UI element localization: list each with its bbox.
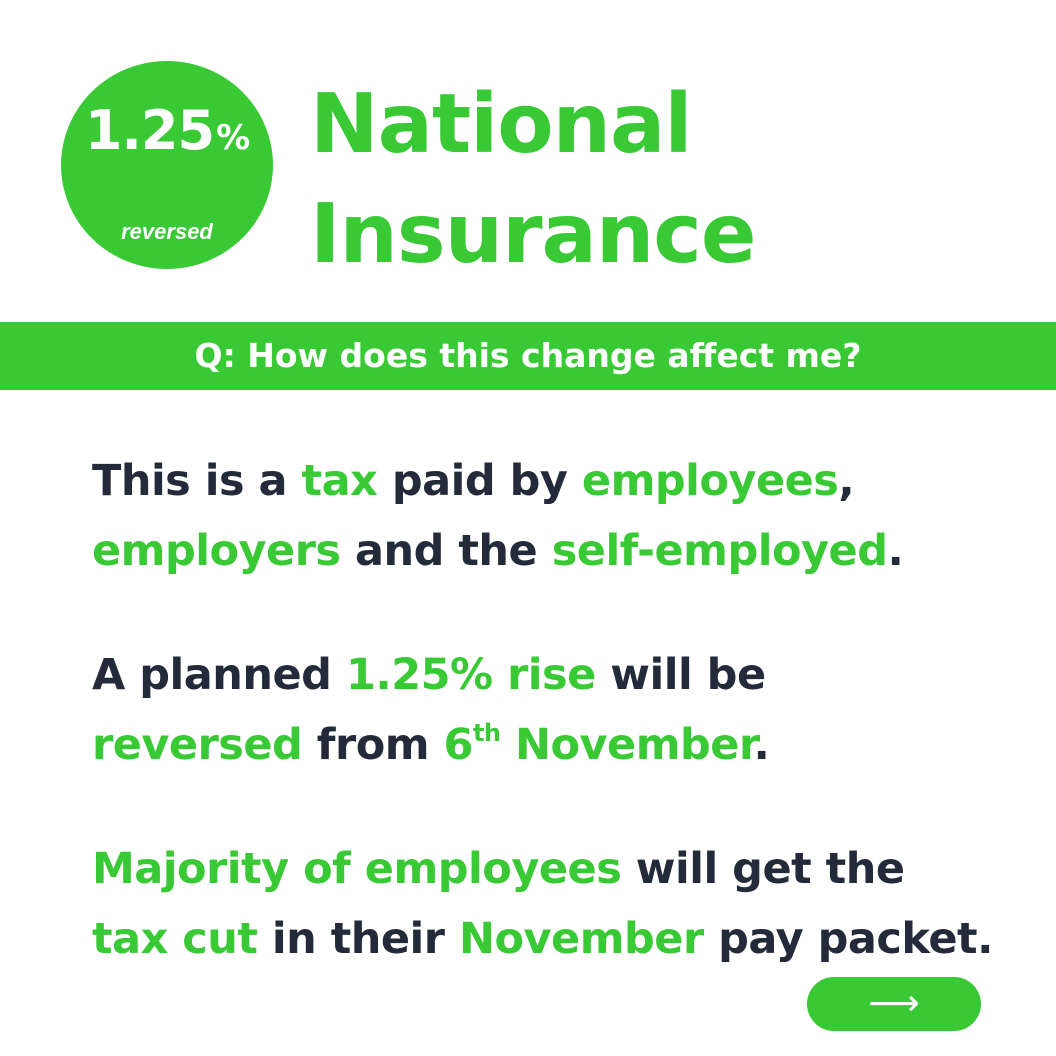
paragraph-line: This is a tax paid by employees,	[92, 446, 1032, 516]
date-month: November	[500, 720, 754, 770]
highlight-november: November	[458, 914, 704, 964]
question-banner: Q: How does this change affect me?	[0, 322, 1056, 390]
text-segment: This is a	[92, 456, 302, 506]
text-segment: ,	[838, 456, 855, 506]
badge-caption: reversed	[121, 219, 213, 244]
paragraph-line: tax cut in their November pay packet.	[92, 904, 1032, 974]
body-text: This is a tax paid by employees, employe…	[92, 446, 1032, 1028]
highlight-majority: Majority of employees	[92, 844, 622, 894]
text-segment: from	[302, 720, 444, 770]
arrow-right-icon: ⟶	[868, 983, 920, 1024]
highlight-self-employed: self-employed	[551, 526, 888, 576]
badge-value: 1.25%	[61, 101, 273, 168]
badge-unit: %	[216, 118, 250, 158]
paragraph-rise-reversed: A planned 1.25% rise will be reversed fr…	[92, 640, 1032, 780]
highlight-date: 6th November	[443, 719, 755, 770]
text-segment: will get the	[621, 844, 905, 894]
paragraph-pay-packet: Majority of employees will get the tax c…	[92, 834, 1032, 974]
text-segment: .	[887, 526, 904, 576]
paragraph-line: A planned 1.25% rise will be	[92, 640, 1032, 710]
paragraph-line: employers and the self-employed.	[92, 516, 1032, 586]
highlight-reversed: reversed	[92, 720, 303, 770]
title-line-2: Insurance	[310, 187, 756, 282]
paragraph-line: reversed from 6th November.	[92, 710, 1032, 780]
highlight-rise: 1.25% rise	[345, 650, 596, 700]
paragraph-tax-payers: This is a tax paid by employees, employe…	[92, 446, 1032, 586]
highlight-tax: tax	[301, 456, 378, 506]
date-day: 6	[443, 720, 474, 770]
text-segment: pay packet.	[703, 914, 993, 964]
text-segment: will be	[595, 650, 766, 700]
highlight-employers: employers	[92, 526, 341, 576]
page-title: National Insurance	[310, 70, 756, 290]
date-ordinal: th	[472, 719, 501, 747]
title-line-1: National	[310, 77, 692, 172]
text-segment: A planned	[92, 650, 346, 700]
text-segment: and the	[340, 526, 552, 576]
highlight-tax-cut: tax cut	[92, 914, 258, 964]
text-segment: paid by	[377, 456, 582, 506]
text-segment: in their	[257, 914, 459, 964]
percentage-badge: 1.25% reversed	[61, 61, 273, 269]
paragraph-line: Majority of employees will get the	[92, 834, 1032, 904]
next-button[interactable]: ⟶	[807, 977, 981, 1031]
highlight-employees: employees	[581, 456, 839, 506]
text-segment: .	[753, 720, 770, 770]
badge-number: 1.25	[84, 99, 215, 162]
